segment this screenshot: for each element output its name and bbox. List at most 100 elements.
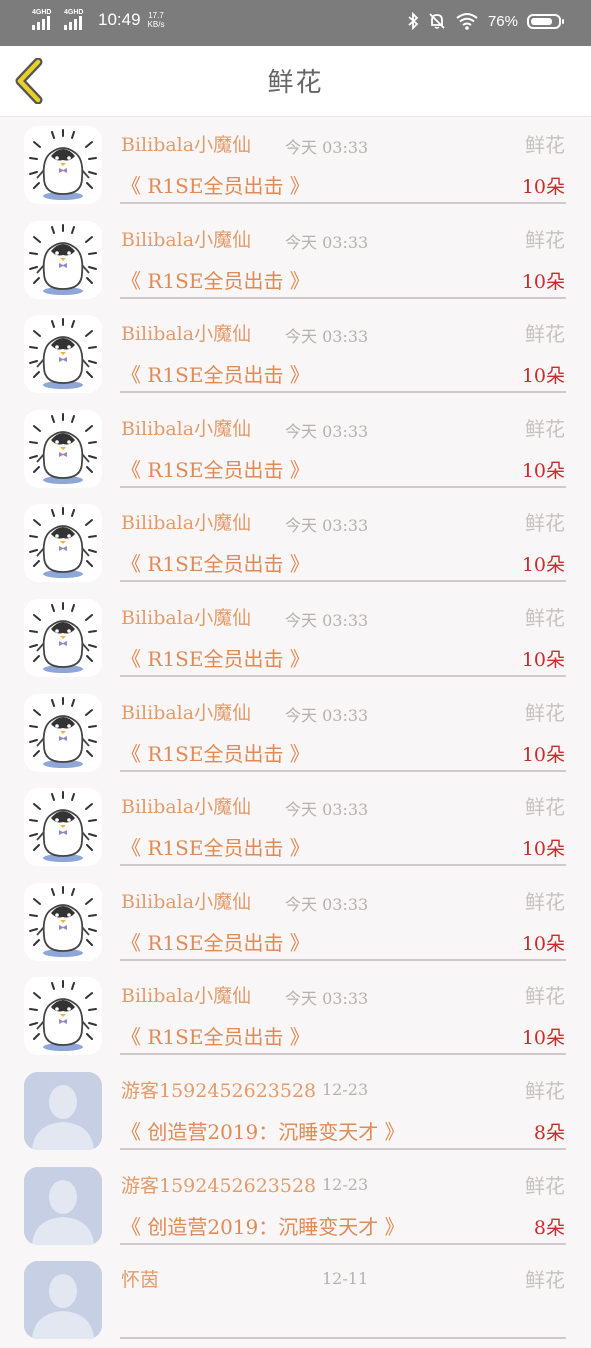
list-item[interactable]: Bilibala小魔仙 今天 03:33 鲜花 《 R1SE全员出击 》 10朵	[0, 118, 591, 213]
battery-percent: 76%	[487, 12, 518, 30]
divider	[120, 296, 566, 299]
divider	[120, 864, 566, 867]
divider	[120, 769, 566, 772]
signal-icon: 4GHD	[32, 9, 58, 31]
gift-type: 鲜花	[525, 984, 565, 1009]
divider	[120, 202, 566, 204]
gift-type: 鲜花	[525, 511, 565, 536]
show-title[interactable]: 《 创造营2019：沉睡变天才 》	[121, 1116, 405, 1145]
default-user-avatar[interactable]	[24, 1166, 102, 1245]
gift-time: 今天 03:33	[285, 894, 369, 914]
flower-count: 10朵	[521, 1027, 565, 1050]
penguin-avatar[interactable]	[24, 598, 102, 677]
divider	[120, 958, 566, 961]
flower-count: 10朵	[521, 365, 565, 388]
list-item[interactable]: Bilibala小魔仙 今天 03:33 鲜花 《 R1SE全员出击 》 10朵	[0, 875, 591, 970]
penguin-avatar[interactable]	[24, 882, 102, 961]
sender-name[interactable]: Bilibala小魔仙	[121, 698, 251, 725]
penguin-avatar[interactable]	[24, 126, 102, 204]
penguin-avatar[interactable]	[24, 504, 102, 583]
divider	[120, 1242, 566, 1245]
divider	[120, 580, 566, 583]
penguin-avatar[interactable]	[24, 220, 102, 299]
flower-count: 10朵	[521, 554, 565, 577]
page-title: 鲜花	[267, 68, 324, 98]
list-item[interactable]: Bilibala小魔仙 今天 03:33 鲜花 《 R1SE全员出击 》 10朵	[0, 969, 591, 1064]
show-title[interactable]: 《 创造营2019：沉睡变天才 》	[121, 1211, 405, 1240]
gift-type: 鲜花	[525, 700, 565, 725]
sender-name[interactable]: Bilibala小魔仙	[121, 603, 251, 630]
gift-time: 今天 03:33	[285, 516, 369, 536]
sender-name[interactable]: Bilibala小魔仙	[121, 792, 251, 819]
list-item[interactable]: 游客1592452623528 12-23 鲜花 《 创造营2019：沉睡变天才…	[0, 1064, 591, 1159]
gift-type: 鲜花	[525, 322, 565, 347]
list-item[interactable]: Bilibala小魔仙 今天 03:33 鲜花 《 R1SE全员出击 》 10朵	[0, 307, 591, 402]
list-item[interactable]: 怀茵 12-11 鲜花	[0, 1253, 591, 1348]
flower-count: 8朵	[533, 1121, 565, 1144]
list-item[interactable]: 游客1592452623528 12-23 鲜花 《 创造营2019：沉睡变天才…	[0, 1159, 591, 1254]
wifi-icon	[456, 13, 478, 30]
gift-type: 鲜花	[525, 889, 565, 914]
network-type-2: 4GHD	[64, 9, 84, 16]
flower-count: 10朵	[521, 648, 565, 671]
list-item[interactable]: Bilibala小魔仙 今天 03:33 鲜花 《 R1SE全员出击 》 10朵	[0, 213, 591, 308]
bell-muted-icon	[429, 13, 445, 29]
bluetooth-icon	[408, 12, 419, 30]
gift-type: 鲜花	[525, 1078, 565, 1103]
gift-time: 今天 03:33	[285, 610, 369, 630]
show-title[interactable]: 《 R1SE全员出击 》	[121, 1021, 310, 1050]
sender-name[interactable]: Bilibala小魔仙	[121, 130, 251, 157]
divider	[120, 485, 566, 488]
show-title[interactable]: 《 R1SE全员出击 》	[121, 548, 310, 577]
default-user-avatar[interactable]	[24, 1071, 102, 1150]
divider	[120, 1147, 566, 1150]
sender-name[interactable]: Bilibala小魔仙	[121, 414, 251, 441]
network-speed: 17.7 KB/s	[147, 11, 165, 29]
gift-time: 12-23	[322, 1174, 369, 1194]
show-title[interactable]: 《 R1SE全员出击 》	[121, 170, 310, 199]
flower-count: 10朵	[521, 932, 565, 955]
sender-name[interactable]: Bilibala小魔仙	[121, 319, 251, 346]
list-item[interactable]: Bilibala小魔仙 今天 03:33 鲜花 《 R1SE全员出击 》 10朵	[0, 780, 591, 875]
flower-count: 10朵	[521, 270, 565, 293]
show-title[interactable]: 《 R1SE全员出击 》	[121, 643, 310, 672]
flower-count: 10朵	[521, 743, 565, 766]
show-title[interactable]: 《 R1SE全员出击 》	[121, 454, 310, 483]
sender-name[interactable]: Bilibala小魔仙	[121, 981, 251, 1008]
battery-icon	[527, 13, 564, 29]
list-item[interactable]: Bilibala小魔仙 今天 03:33 鲜花 《 R1SE全员出击 》 10朵	[0, 402, 591, 497]
sender-name[interactable]: Bilibala小魔仙	[121, 887, 251, 914]
penguin-avatar[interactable]	[24, 788, 102, 867]
show-title[interactable]: 《 R1SE全员出击 》	[121, 927, 310, 956]
gift-type: 鲜花	[525, 1268, 565, 1293]
gift-time: 今天 03:33	[285, 327, 369, 347]
gift-time: 12-23	[322, 1079, 369, 1099]
top-bar: 鲜花	[0, 46, 591, 117]
gift-type: 鲜花	[525, 133, 565, 157]
penguin-avatar[interactable]	[24, 409, 102, 488]
show-title[interactable]: 《 R1SE全员出击 》	[121, 359, 310, 388]
sender-name[interactable]: 怀茵	[121, 1265, 159, 1292]
signal-icon-2: 4GHD	[64, 9, 90, 31]
show-title[interactable]: 《 R1SE全员出击 》	[121, 265, 310, 294]
gift-type: 鲜花	[525, 227, 565, 252]
sender-name[interactable]: 游客1592452623528	[121, 1171, 316, 1198]
sender-name[interactable]: Bilibala小魔仙	[121, 508, 251, 535]
divider	[120, 391, 566, 394]
flower-count: 10朵	[521, 176, 565, 198]
default-user-avatar[interactable]	[24, 1261, 102, 1340]
list-item[interactable]: Bilibala小魔仙 今天 03:33 鲜花 《 R1SE全员出击 》 10朵	[0, 686, 591, 781]
list-item[interactable]: Bilibala小魔仙 今天 03:33 鲜花 《 R1SE全员出击 》 10朵	[0, 591, 591, 686]
status-bar: 4GHD 4GHD 10:49 17.7 KB/s 76%	[0, 0, 591, 46]
sender-name[interactable]: 游客1592452623528	[121, 1076, 316, 1103]
gift-time: 12-11	[322, 1269, 369, 1289]
show-title[interactable]: 《 R1SE全员出击 》	[121, 832, 310, 861]
gift-type: 鲜花	[525, 795, 565, 820]
penguin-avatar[interactable]	[24, 693, 102, 772]
penguin-avatar[interactable]	[24, 977, 102, 1056]
sender-name[interactable]: Bilibala小魔仙	[121, 225, 251, 252]
show-title[interactable]: 《 R1SE全员出击 》	[121, 738, 310, 767]
penguin-avatar[interactable]	[24, 315, 102, 394]
list-item[interactable]: Bilibala小魔仙 今天 03:33 鲜花 《 R1SE全员出击 》 10朵	[0, 496, 591, 591]
gift-time: 今天 03:33	[285, 705, 369, 725]
